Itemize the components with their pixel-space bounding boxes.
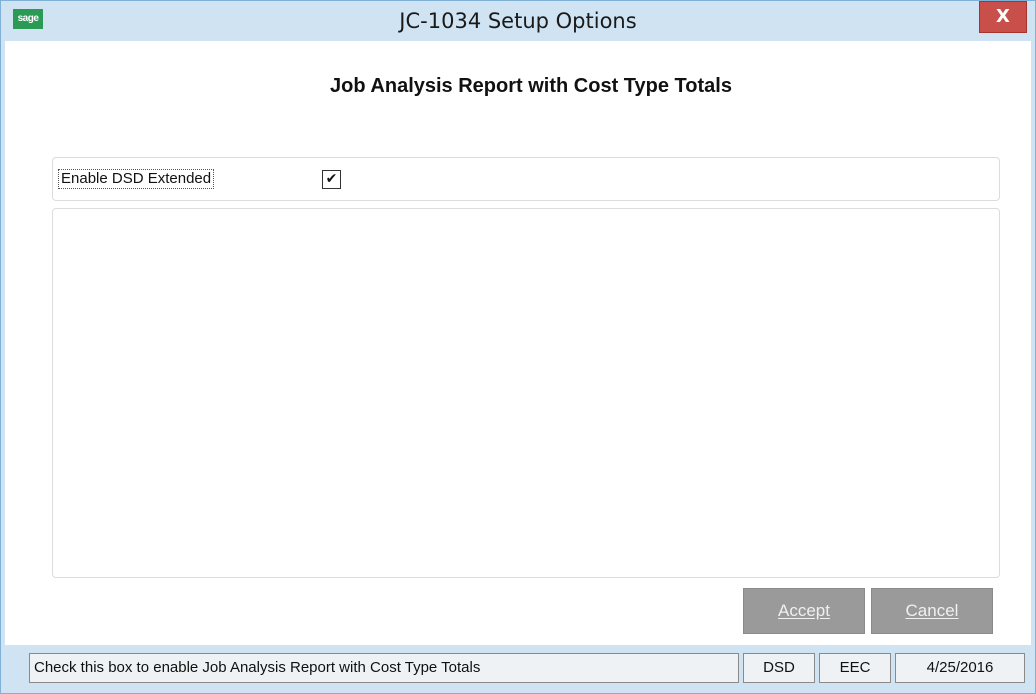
close-button[interactable]: X — [979, 1, 1027, 33]
dialog-body: Job Analysis Report with Cost Type Total… — [5, 41, 1031, 645]
enable-dsd-extended-label[interactable]: Enable DSD Extended — [58, 169, 215, 189]
setup-options-window: sage JC-1034 Setup Options X Job Analysi… — [0, 0, 1036, 694]
status-bar: Check this box to enable Job Analysis Re… — [5, 649, 1031, 689]
cancel-button[interactable]: Cancel — [871, 588, 993, 634]
accept-button[interactable]: Accept — [743, 588, 865, 634]
window-title: JC-1034 Setup Options — [399, 9, 637, 33]
checkmark-icon: ✔ — [325, 171, 338, 187]
page-title: Job Analysis Report with Cost Type Total… — [330, 75, 732, 97]
options-panel: Enable DSD Extended ✔ — [52, 157, 1000, 201]
enable-dsd-extended-checkbox[interactable]: ✔ — [322, 170, 341, 189]
status-module: DSD — [743, 653, 815, 683]
content-panel — [52, 208, 1000, 578]
status-date: 4/25/2016 — [895, 653, 1025, 683]
status-message: Check this box to enable Job Analysis Re… — [29, 653, 739, 683]
status-company: EEC — [819, 653, 891, 683]
title-bar[interactable]: sage JC-1034 Setup Options X — [1, 1, 1035, 41]
